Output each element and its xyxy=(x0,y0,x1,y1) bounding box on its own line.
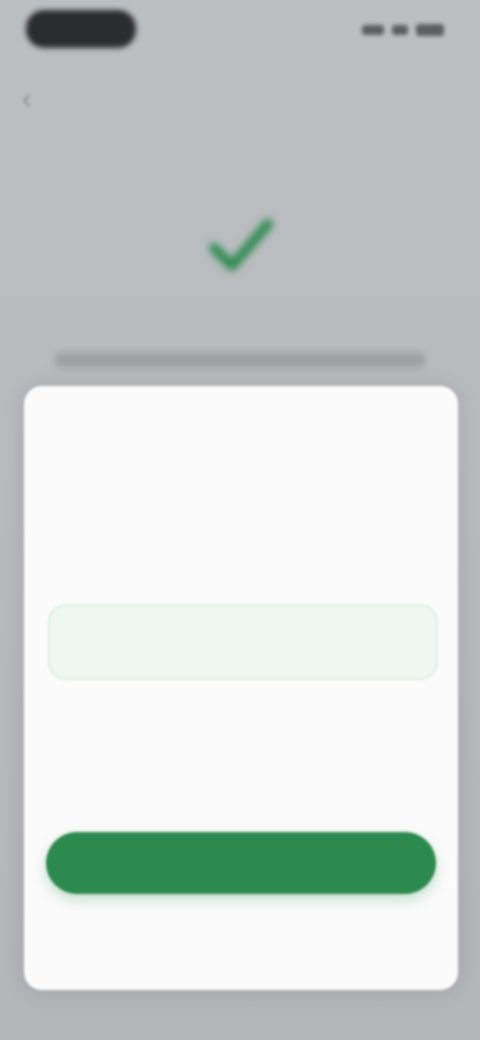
signal-icon xyxy=(362,25,384,35)
confirm-button[interactable] xyxy=(46,832,436,894)
wifi-icon xyxy=(392,25,408,35)
battery-icon xyxy=(416,24,444,36)
bottom-sheet xyxy=(24,386,458,990)
checkmark-icon xyxy=(209,219,273,271)
back-arrow-icon: ‹ xyxy=(22,83,32,114)
status-time-pill xyxy=(26,10,136,48)
back-button[interactable]: ‹ xyxy=(22,84,52,114)
status-icons xyxy=(362,24,444,36)
blurred-background-text xyxy=(54,352,426,368)
picker-selected-row[interactable] xyxy=(48,604,438,680)
status-bar xyxy=(0,0,480,64)
